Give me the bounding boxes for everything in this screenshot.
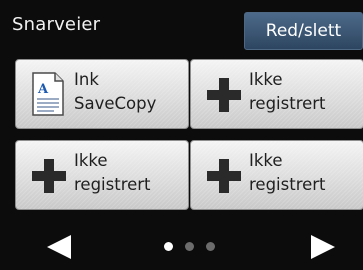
next-page-arrow-icon[interactable] [310, 234, 336, 260]
shortcut-tile-3[interactable]: Ikke registrert [15, 140, 189, 210]
plus-icon [32, 159, 66, 193]
plus-icon [207, 78, 241, 112]
svg-text:A: A [37, 82, 49, 97]
document-icon: A [32, 72, 64, 116]
page-indicator [164, 242, 220, 252]
edit-delete-button[interactable]: Red/slett [244, 12, 363, 50]
shortcuts-screen: Snarveier Red/slett A Ink SaveCopy Ikke … [0, 0, 363, 270]
page-dot-1 [164, 242, 173, 251]
shortcut-tile-4[interactable]: Ikke registrert [190, 140, 363, 210]
previous-page-arrow-icon[interactable] [46, 234, 72, 260]
shortcut-tile-1[interactable]: A Ink SaveCopy [15, 59, 189, 129]
shortcut-tile-2[interactable]: Ikke registrert [190, 59, 363, 129]
plus-icon [207, 159, 241, 193]
header-bar: Snarveier Red/slett [0, 0, 363, 53]
shortcut-label: Ink SaveCopy [74, 70, 157, 113]
shortcut-label: Ikke registrert [74, 151, 151, 194]
page-title: Snarveier [12, 14, 101, 35]
shortcut-label: Ikke registrert [249, 151, 326, 194]
page-dot-2 [185, 242, 194, 251]
page-dot-3 [206, 242, 215, 251]
shortcut-label: Ikke registrert [249, 70, 326, 113]
